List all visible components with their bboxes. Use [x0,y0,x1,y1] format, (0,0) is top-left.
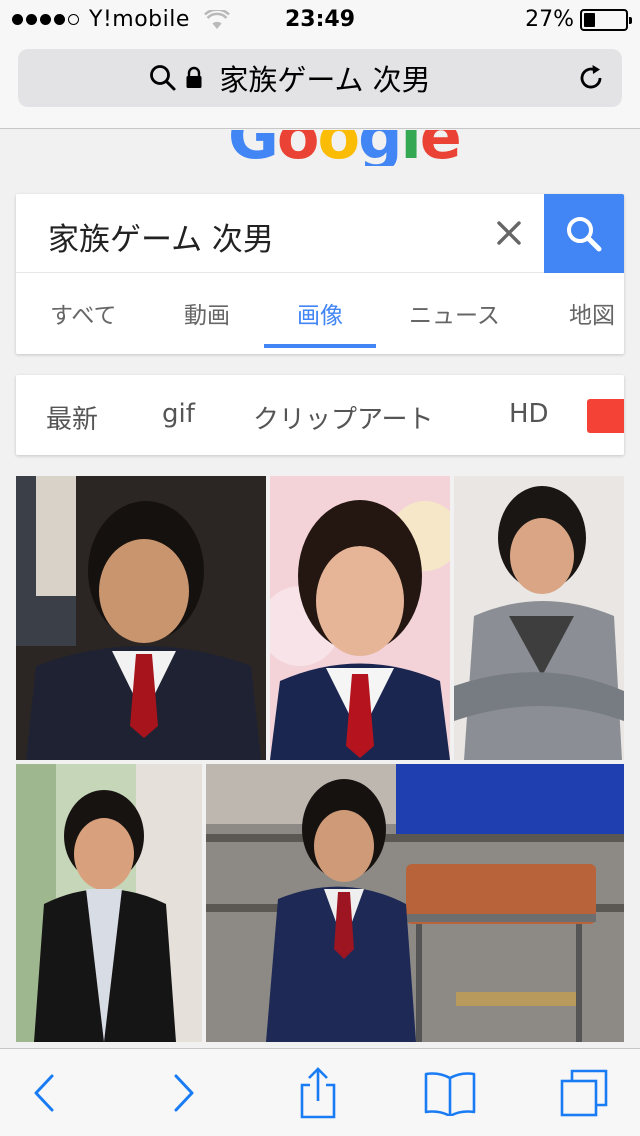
status-bar: Y!mobile 23:49 27% [0,0,640,40]
clear-icon[interactable] [496,220,522,246]
image-result[interactable] [16,476,266,760]
search-button[interactable] [544,194,624,273]
tab-news[interactable]: ニュース [409,296,500,330]
tab-images[interactable]: 画像 [297,296,343,330]
logo-letter: G [228,130,279,166]
chip-color-red[interactable] [587,399,624,433]
logo-letter: o [277,130,320,166]
image-result[interactable] [454,476,624,760]
logo-letter: l [401,130,422,166]
image-result[interactable] [270,476,450,760]
chip-latest[interactable]: 最新 [46,399,98,436]
bookmarks-icon [424,1072,476,1116]
image-result[interactable] [206,764,624,1042]
google-logo: Google [0,130,640,166]
lock-icon [186,66,202,88]
share-button[interactable] [290,1067,346,1119]
forward-button[interactable] [156,1067,212,1119]
search-box-card: 家族ゲーム 次男 すべて 動画 画像 ニュース 地図 [16,194,624,354]
filter-chips: 最新 gif クリップアート HD [16,375,624,455]
browser-toolbar [0,1048,640,1136]
bookmarks-button[interactable] [422,1067,478,1119]
search-input[interactable]: 家族ゲーム 次男 [48,214,274,259]
image-result[interactable] [16,764,202,1042]
tabs-button[interactable] [556,1067,612,1119]
tabs-icon [560,1069,608,1117]
search-tabs: すべて 動画 画像 ニュース 地図 [16,274,624,354]
battery-icon [580,8,632,31]
logo-letter: g [358,130,402,166]
search-row: 家族ゲーム 次男 [16,194,624,273]
back-button[interactable] [16,1067,72,1119]
chip-hd[interactable]: HD [509,399,549,429]
share-icon [300,1067,336,1119]
logo-letter: o [318,130,361,166]
forward-icon [174,1074,194,1112]
tab-all[interactable]: すべて [50,296,116,330]
back-icon [34,1074,54,1112]
tab-maps[interactable]: 地図 [569,296,615,330]
battery-info: 27% [525,7,632,32]
image-results-grid [0,470,640,1048]
reload-icon[interactable] [576,63,606,93]
address-bar[interactable]: 家族ゲーム 次男 [18,49,622,107]
logo-letter: e [420,130,462,166]
chip-clipart[interactable]: クリップアート [253,399,433,436]
search-icon [150,65,176,91]
address-text: 家族ゲーム 次男 [219,63,431,97]
browser-address-area: 家族ゲーム 次男 [0,40,640,129]
tab-videos[interactable]: 動画 [184,296,230,330]
active-tab-indicator [264,344,376,348]
search-icon [567,216,602,251]
chip-gif[interactable]: gif [162,399,195,429]
battery-percent: 27% [525,7,574,32]
